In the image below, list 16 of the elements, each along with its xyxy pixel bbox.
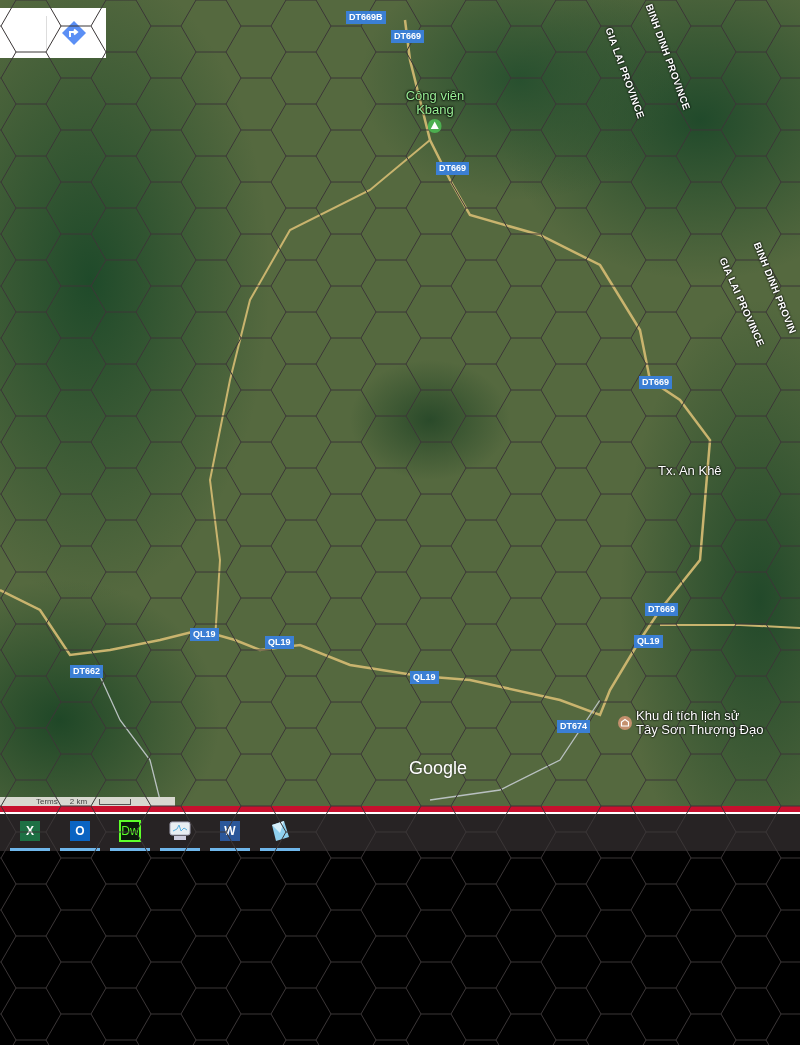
map-logo: Google (409, 758, 468, 779)
road-label: DT662 (70, 665, 103, 678)
road-label: DT669 (436, 162, 469, 175)
road-label: QL19 (410, 671, 439, 684)
place-label: Khu di tích lịch sử (636, 709, 740, 723)
road-label: QL19 (190, 628, 219, 641)
road-label: QL19 (265, 636, 294, 649)
road-label: DT669 (391, 30, 424, 43)
road-label: QL19 (634, 635, 663, 648)
road-label: DT674 (557, 720, 590, 733)
place-label: Tây Sơn Thượng Đạo (636, 723, 764, 737)
terms-link[interactable]: Terms (36, 797, 58, 806)
road-label: DT669 (645, 603, 678, 616)
road-label: DT669B (346, 11, 386, 24)
scale-label: 2 km (69, 797, 88, 806)
road-label: DT669 (639, 376, 672, 389)
